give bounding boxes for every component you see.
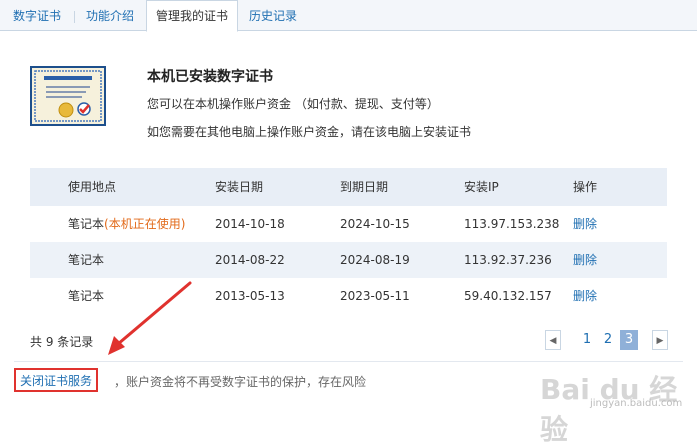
expire-date-cell: 2024-08-19 [340,253,410,267]
location-cell: 笔记本(本机正在使用) [68,206,185,242]
column-header-ip: 安装IP [464,180,499,194]
prev-page-button[interactable]: ◀ [545,330,561,350]
location-text: 笔记本 [68,217,105,231]
delete-link[interactable]: 删除 [573,278,597,314]
certificate-table: 使用地点 安装日期 到期日期 安装IP 操作 笔记本(本机正在使用) 2014-… [30,168,667,314]
column-header-install-date: 安装日期 [215,180,264,194]
tab-digital-certificate[interactable]: 数字证书 [0,3,75,31]
column-header-action: 操作 [573,180,598,194]
delete-link[interactable]: 删除 [573,206,597,242]
table-row: 笔记本 2013-05-13 2023-05-11 59.40.132.157 … [30,278,667,314]
tab-manage-certificates[interactable]: 管理我的证书 [146,0,238,32]
expire-date-cell: 2023-05-11 [340,289,410,303]
expire-date-cell: 2024-10-15 [340,217,410,231]
ip-cell: 113.97.153.238 [464,217,560,231]
install-date-cell: 2014-10-18 [215,217,285,231]
tab-history[interactable]: 历史记录 [238,3,308,31]
install-date-cell: 2014-08-22 [215,253,285,267]
close-certificate-service-link[interactable]: 关闭证书服务 [14,368,99,392]
location-cell: 笔记本 [68,253,105,267]
info-line-2: 如您需要在其他电脑上操作账户资金，请在该电脑上安装证书 [147,125,472,139]
ip-cell: 59.40.132.157 [464,289,552,303]
column-header-location: 使用地点 [68,180,117,194]
info-line-1: 您可以在本机操作账户资金 （如付款、提现、支付等） [147,97,439,111]
page-2[interactable]: 2 [600,330,616,350]
divider [14,361,683,362]
in-use-note: (本机正在使用) [104,217,186,231]
delete-link[interactable]: 删除 [573,242,597,278]
page-3-current[interactable]: 3 [620,330,638,350]
table-row: 笔记本(本机正在使用) 2014-10-18 2024-10-15 113.97… [30,206,667,242]
ip-cell: 113.92.37.236 [464,253,552,267]
tab-bar: 数字证书 功能介绍 管理我的证书 历史记录 [0,0,697,32]
watermark-url: jingyan.baidu.com [590,398,683,409]
install-date-cell: 2013-05-13 [215,289,285,303]
page-title: 本机已安装数字证书 [147,69,273,85]
page-1[interactable]: 1 [579,330,595,350]
next-page-button[interactable]: ▶ [652,330,668,350]
table-header: 使用地点 安装日期 到期日期 安装IP 操作 [30,168,667,206]
certificate-icon [30,66,106,126]
column-header-expire-date: 到期日期 [340,180,389,194]
chevron-left-icon: ◀ [549,336,557,346]
chevron-right-icon: ▶ [656,336,664,346]
warning-text: ，账户资金将不再受数字证书的保护，存在风险 [114,375,367,389]
tab-feature-intro[interactable]: 功能介绍 [74,3,147,31]
record-count: 共 9 条记录 [30,335,94,349]
table-row: 笔记本 2014-08-22 2024-08-19 113.92.37.236 … [30,242,667,278]
location-cell: 笔记本 [68,289,105,303]
